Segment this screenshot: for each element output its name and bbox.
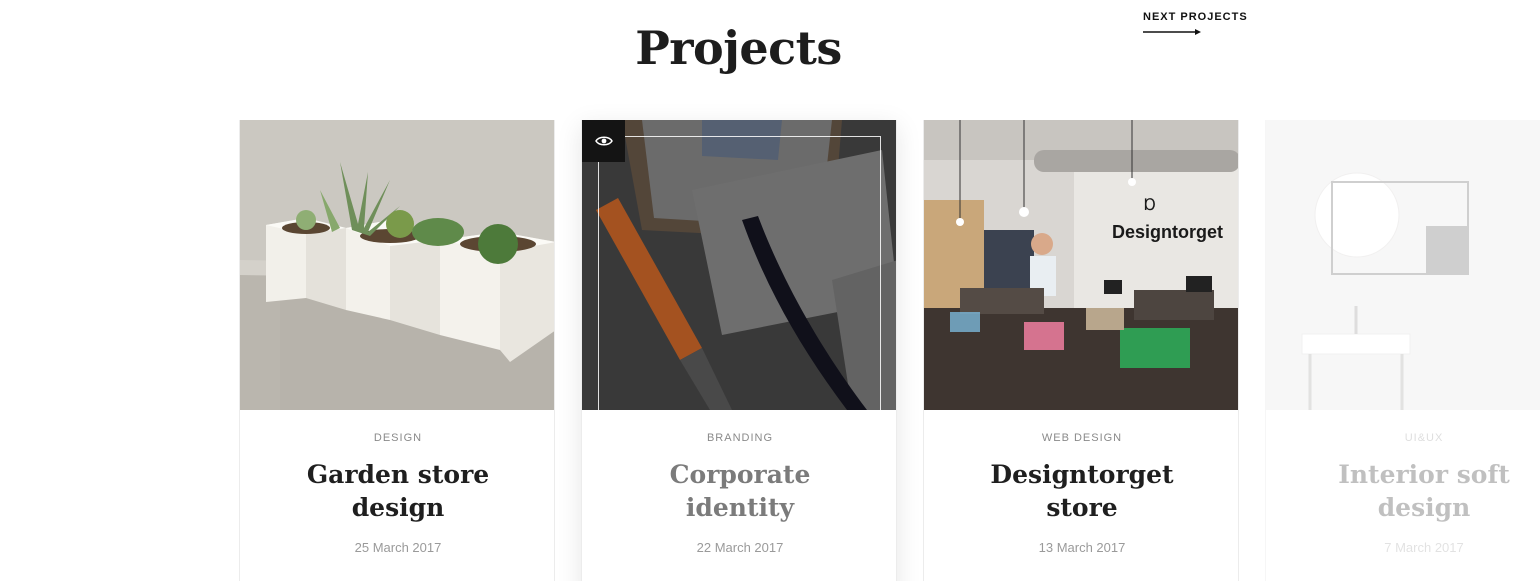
svg-text:Designtorget: Designtorget: [1112, 222, 1223, 242]
project-image-succulents[interactable]: [240, 120, 554, 410]
project-title[interactable]: Interior soft design: [1324, 458, 1524, 524]
project-category: DESIGN: [373, 432, 423, 444]
project-category: UI&UX: [1404, 432, 1444, 444]
project-date: 7 March 2017: [1384, 540, 1464, 555]
project-card-corporate-identity[interactable]: BRANDING Corporate identity 22 March 201…: [581, 120, 897, 581]
project-card-interior-soft[interactable]: UI&UX Interior soft design 7 March 2017: [1265, 120, 1540, 581]
project-card-garden-store[interactable]: DESIGN Garden store design 25 March 2017: [239, 120, 555, 581]
project-card-designtorget-store[interactable]: Designtorget Ɒ WEB DESIGN Designtorget s…: [923, 120, 1239, 581]
project-image-stationery[interactable]: [582, 120, 896, 410]
project-title[interactable]: Garden store design: [298, 458, 498, 524]
arrow-right-icon[interactable]: [1143, 28, 1201, 36]
project-category: BRANDING: [706, 432, 774, 444]
project-image-store[interactable]: Designtorget Ɒ: [924, 120, 1238, 410]
project-title[interactable]: Corporate identity: [640, 458, 840, 524]
project-date: 22 March 2017: [696, 540, 784, 555]
project-title[interactable]: Designtorget store: [982, 458, 1182, 524]
project-date: 25 March 2017: [354, 540, 442, 555]
eye-icon: [594, 136, 613, 146]
page-title: Projects: [635, 20, 842, 75]
next-projects-link[interactable]: NEXT PROJECTS: [1143, 11, 1248, 23]
project-category: WEB DESIGN: [1041, 432, 1123, 444]
project-image-bathroom[interactable]: [1266, 120, 1540, 410]
view-project-button[interactable]: [582, 120, 625, 162]
project-date: 13 March 2017: [1038, 540, 1126, 555]
svg-text:Ɒ: Ɒ: [1144, 197, 1157, 214]
